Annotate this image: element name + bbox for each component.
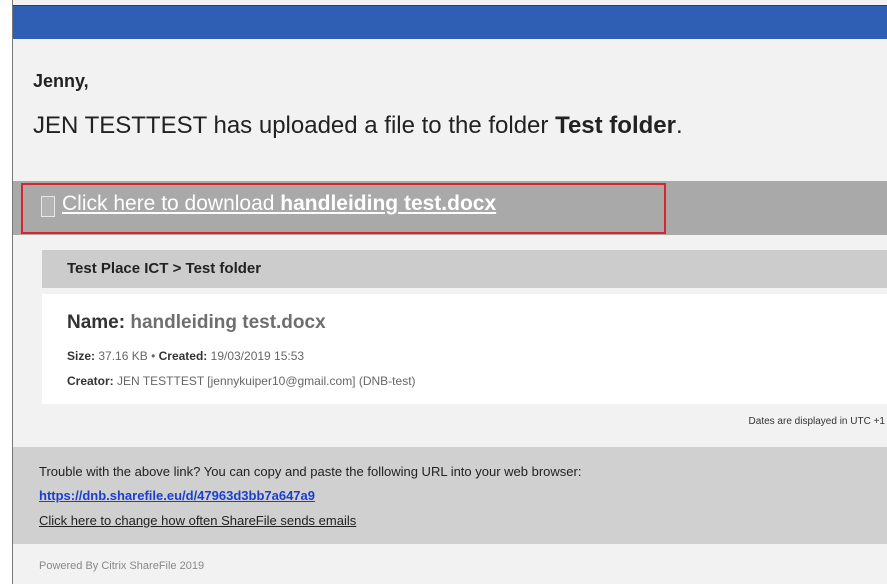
creator-row: Creator: JEN TESTTEST [jennykuiper10@gma… xyxy=(67,374,416,388)
powered-by: Powered By Citrix ShareFile 2019 xyxy=(39,560,205,572)
file-name-value: handleiding test.docx xyxy=(130,312,326,333)
file-size-value: 37.16 KB xyxy=(98,349,148,363)
upload-message-suffix: . xyxy=(675,112,683,139)
utc-note: Dates are displayed in UTC +1 xyxy=(748,416,885,427)
file-size-label: Size: xyxy=(67,349,96,363)
document-icon[interactable] xyxy=(41,196,55,217)
meta-separator: • xyxy=(151,349,156,363)
download-file-name: handleiding test.docx xyxy=(280,192,497,215)
file-name-row: Name: handleiding test.docx xyxy=(67,312,326,334)
creator-value: JEN TESTTEST [jennykuiper10@gmail.com] (… xyxy=(117,374,416,388)
download-link-prefix: Click here to download xyxy=(62,192,281,215)
file-name-label: Name: xyxy=(67,312,126,333)
change-frequency-link[interactable]: Click here to change how often ShareFile… xyxy=(39,513,356,528)
trouble-text: Trouble with the above link? You can cop… xyxy=(39,464,582,479)
breadcrumb: Test Place ICT > Test folder xyxy=(42,250,887,288)
greeting: Jenny, xyxy=(33,71,89,91)
created-label: Created: xyxy=(158,349,208,363)
creator-label: Creator: xyxy=(67,374,114,388)
folder-name: Test folder xyxy=(555,112,676,139)
share-url-link[interactable]: https://dnb.sharefile.eu/d/47963d3bb7a64… xyxy=(39,488,315,503)
created-value: 19/03/2019 15:53 xyxy=(210,349,305,363)
upload-message: JEN TESTTEST has uploaded a file to the … xyxy=(33,112,683,140)
email-body: Jenny, JEN TESTTEST has uploaded a file … xyxy=(12,0,887,584)
trouble-section: Trouble with the above link? You can cop… xyxy=(13,447,887,544)
file-size-row: Size: 37.16 KB • Created: 19/03/2019 15:… xyxy=(67,349,304,363)
upload-message-text: JEN TESTTEST has uploaded a file to the … xyxy=(33,112,556,139)
header-bar xyxy=(13,5,887,39)
download-link[interactable]: Click here to download handleiding test.… xyxy=(62,192,496,216)
file-details-card: Name: handleiding test.docx Size: 37.16 … xyxy=(42,294,887,404)
